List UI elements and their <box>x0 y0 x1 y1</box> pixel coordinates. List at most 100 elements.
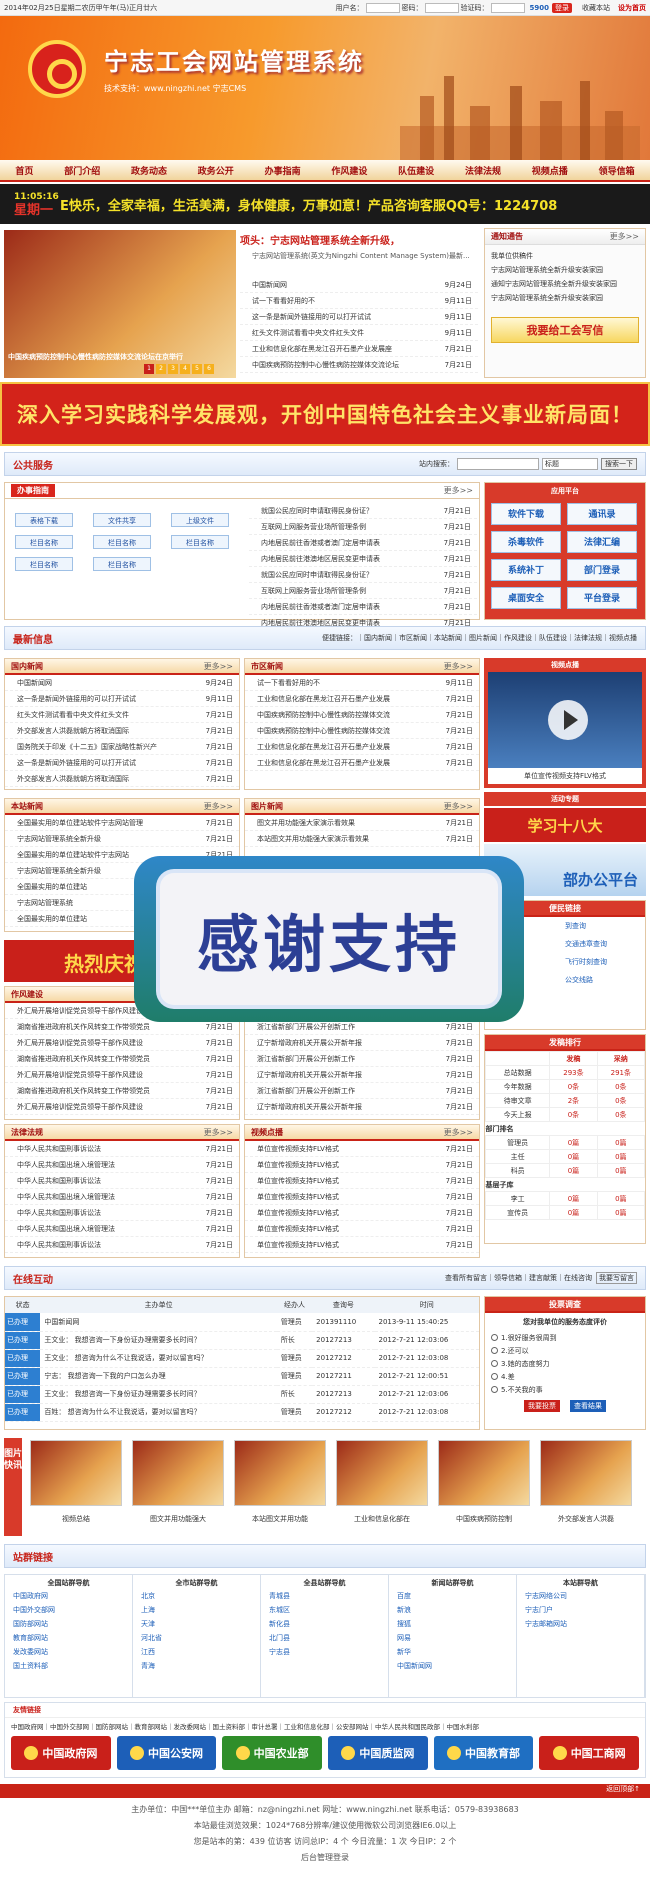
list-item[interactable]: 中华人民共和国出境入境管理法 7月21日 <box>5 1157 239 1173</box>
list-item-title[interactable]: 就国公民应同时申请取得民身份证？ <box>255 570 373 580</box>
message-cell[interactable]: 王文业： 想咨询为什么不让我说话，要对以留言吗？ <box>40 1349 277 1368</box>
list-item-title[interactable]: 全国最实用的单位建站软件宁志网站管理 <box>11 818 143 828</box>
list-item-title[interactable]: 单位宣传视频支持FLV格式 <box>251 1176 339 1186</box>
nav-item[interactable]: 队伍建设 <box>398 164 434 177</box>
nav-item[interactable]: 视频点播 <box>532 164 568 177</box>
list-item-title[interactable]: 单位宣传视频支持FLV格式 <box>251 1224 339 1234</box>
list-item[interactable]: 辽宁新增政府机关开展公开新年报 7月21日 <box>245 1067 479 1083</box>
list-item-title[interactable]: 湖南省推进政府机关作风转变工作带领党员 <box>11 1086 150 1096</box>
photo-thumbnail[interactable] <box>132 1440 224 1506</box>
view-results-button[interactable]: 查看结果 <box>570 1400 606 1412</box>
list-item-title[interactable]: 单位宣传视频支持FLV格式 <box>251 1160 339 1170</box>
list-item-title[interactable]: 中国疾病预防控制中心慢性病防控媒体交流论坛 <box>246 360 399 370</box>
list-item[interactable]: 红头文件测试看看中央文件红头文件 9月11日 <box>240 325 478 341</box>
list-item-title[interactable]: 全国最实用的单位建站软件宁志网站 <box>11 850 129 860</box>
list-item-title[interactable]: 图文并用功能强大家演示看效果 <box>251 818 355 828</box>
message-cell[interactable]: 王文业： 我想咨询一下身份证办理需要多长时间？ <box>40 1385 277 1404</box>
site-link[interactable]: 网易 <box>397 1633 508 1647</box>
list-item[interactable]: 外交部发言人洪磊就朝方将取消国际 7月21日 <box>5 771 239 787</box>
list-item[interactable]: 宁志网站管理系统全新升级 7月21日 <box>5 831 239 847</box>
list-item[interactable]: 单位宣传视频支持FLV格式 7月21日 <box>245 1157 479 1173</box>
list-item-title[interactable]: 互联网上网服务营业场所管理条例 <box>255 522 366 532</box>
list-item[interactable]: 工业和信息化部在黑龙江召开石墨产业发展 7月21日 <box>245 691 479 707</box>
list-item[interactable]: 国务院关于印发《十二五》国家战略性新兴产 7月21日 <box>5 739 239 755</box>
site-link[interactable]: 教育部网站 <box>13 1633 124 1647</box>
nav-item[interactable]: 部门介绍 <box>64 164 100 177</box>
slide-page-button[interactable]: 5 <box>192 364 202 374</box>
partner-logo-link[interactable]: 中国教育部 <box>433 1736 534 1770</box>
list-item[interactable]: 单位宣传视频支持FLV格式 7月21日 <box>245 1141 479 1157</box>
list-item[interactable]: 这一条是新闻外链接用的可以打开试试 7月21日 <box>5 755 239 771</box>
list-item-title[interactable]: 工业和信息化部在黑龙江召开石墨产业发展 <box>251 694 390 704</box>
list-item-title[interactable]: 中华人民共和国刑事诉讼法 <box>11 1240 101 1250</box>
list-item-title[interactable]: 湖南省推进政府机关作风转变工作带领党员 <box>11 1054 150 1064</box>
message-row[interactable]: 已办理 中国新闻网 管理员 201391110 2013-9-11 15:40:25 <box>5 1313 479 1332</box>
more-link[interactable]: 更多>> <box>610 231 639 242</box>
list-item-title[interactable]: 浙江省新部门开展公开创新工作 <box>251 1022 355 1032</box>
guide-button[interactable]: 栏目名称 <box>15 557 73 571</box>
site-link[interactable]: 河北省 <box>141 1633 252 1647</box>
list-item[interactable]: 湖南省推进政府机关作风转变工作带领党员 7月21日 <box>5 1051 239 1067</box>
list-item[interactable]: 中华人民共和国刑事诉讼法 7月21日 <box>5 1173 239 1189</box>
site-link[interactable]: 国防部网站 <box>13 1619 124 1633</box>
list-item[interactable]: 中国疾病预防控制中心慢性病防控媒体交流 7月21日 <box>245 707 479 723</box>
notice-item[interactable]: 宁志网站管理系统全新升级安装家园 <box>491 293 639 307</box>
slide-page-button[interactable]: 3 <box>168 364 178 374</box>
photo-item[interactable]: 中国疾病预防控制 <box>438 1440 530 1524</box>
site-link[interactable]: 北门县 <box>269 1633 380 1647</box>
list-item-title[interactable]: 全国最实用的单位建站 <box>11 914 87 924</box>
site-link[interactable]: 宁志网络公司 <box>525 1591 636 1605</box>
app-button[interactable]: 平台登录 <box>567 587 637 609</box>
list-item[interactable]: 工业和信息化部在黑龙江召开石墨产业发展 7月21日 <box>245 755 479 771</box>
site-link[interactable]: 江西 <box>141 1647 252 1661</box>
app-button[interactable]: 通讯录 <box>567 503 637 525</box>
vote-button[interactable]: 我要投票 <box>524 1400 560 1412</box>
list-item-title[interactable]: 这一条是新闻外链接用的可以打开试试 <box>11 694 136 704</box>
study-banner[interactable]: 学习十八大 <box>484 808 646 842</box>
list-item[interactable]: 全国最实用的单位建站软件宁志网站管理 7月21日 <box>5 815 239 831</box>
site-link[interactable]: 新华 <box>397 1647 508 1661</box>
radio-button[interactable] <box>491 1386 498 1393</box>
list-item-title[interactable]: 国务院关于印发《十二五》国家战略性新兴产 <box>11 742 157 752</box>
list-item-title[interactable]: 宁志网站管理系统 <box>11 898 73 908</box>
more-link[interactable]: 更多>> <box>204 661 233 672</box>
list-item[interactable]: 外交部发言人洪磊就朝方将取消国际 7月21日 <box>5 723 239 739</box>
guide-button[interactable]: 栏目名称 <box>171 535 229 549</box>
more-link[interactable]: 更多>> <box>444 485 473 496</box>
partner-logo-link[interactable]: 中国工商网 <box>539 1736 640 1770</box>
partner-logo-link[interactable]: 中国公安网 <box>116 1736 217 1770</box>
nav-item[interactable]: 领导信箱 <box>599 164 635 177</box>
list-item[interactable]: 图文并用功能强大家演示看效果 7月21日 <box>245 815 479 831</box>
list-item-title[interactable]: 外汇局开展培训促党员领导干部作风建设 <box>11 1038 143 1048</box>
list-item[interactable]: 浙江省新部门开展公开创新工作 7月21日 <box>245 1083 479 1099</box>
poll-option[interactable]: 5.不关我的事 <box>491 1383 645 1396</box>
app-button[interactable]: 杀毒软件 <box>491 531 561 553</box>
photo-thumbnail[interactable] <box>336 1440 428 1506</box>
site-link[interactable]: 青海 <box>141 1661 252 1675</box>
list-item[interactable]: 外汇局开展培训促党员领导干部作风建设 7月21日 <box>5 1035 239 1051</box>
message-row[interactable]: 已办理 王文业： 想咨询为什么不让我说话，要对以留言吗？ 管理员 20127212 20… <box>5 1349 479 1368</box>
site-link[interactable]: 发改委网站 <box>13 1647 124 1661</box>
more-link[interactable]: 更多>> <box>444 1127 473 1138</box>
list-item-title[interactable]: 浙江省新部门开展公开创新工作 <box>251 1054 355 1064</box>
guide-button[interactable]: 表格下载 <box>15 513 73 527</box>
list-item-title[interactable]: 全国最实用的单位建站 <box>11 882 87 892</box>
photo-slideshow[interactable]: 中国疾病预防控制中心慢性病防控媒体交流论坛在京举行 123456 <box>4 230 236 378</box>
guide-button[interactable]: 栏目名称 <box>15 535 73 549</box>
list-item[interactable]: 红头文件测试看看中央文件红头文件 7月21日 <box>5 707 239 723</box>
write-letter-button[interactable]: 我要给工会写信 <box>491 317 639 343</box>
list-item[interactable]: 内地居民前往香港或者澳门定居申请表 7月21日 <box>249 599 477 615</box>
radio-button[interactable] <box>491 1360 498 1367</box>
message-row[interactable]: 已办理 王文业： 我想咨询一下身份证办理需要多长时间？ 所长 20127213 2012… <box>5 1385 479 1404</box>
admin-login-link[interactable]: 后台管理登录 <box>0 1850 650 1866</box>
search-button[interactable]: 搜索一下 <box>601 458 637 470</box>
list-item[interactable]: 中华人民共和国刑事诉讼法 7月21日 <box>5 1205 239 1221</box>
list-item[interactable]: 中国疾病预防控制中心慢性病防控媒体交流 7月21日 <box>245 723 479 739</box>
list-item-title[interactable]: 单位宣传视频支持FLV格式 <box>251 1208 339 1218</box>
list-item-title[interactable]: 试一下看看好用的不 <box>246 296 315 306</box>
app-button[interactable]: 桌面安全 <box>491 587 561 609</box>
slide-page-button[interactable]: 4 <box>180 364 190 374</box>
nav-item[interactable]: 法律法规 <box>465 164 501 177</box>
slide-page-button[interactable]: 6 <box>204 364 214 374</box>
partner-logo-link[interactable]: 中国农业部 <box>222 1736 323 1770</box>
